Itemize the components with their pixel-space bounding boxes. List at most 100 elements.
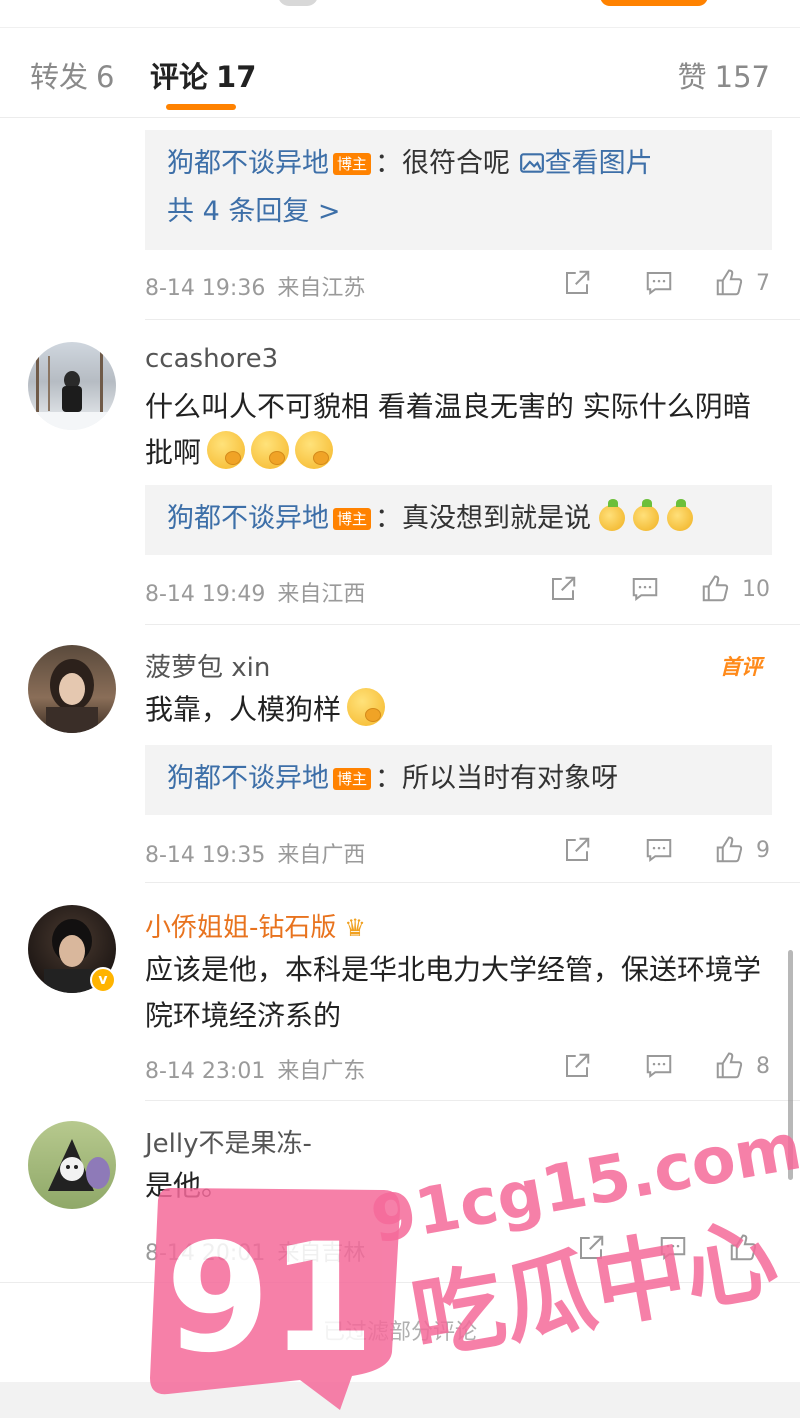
thinking-emoji-icon <box>207 431 246 469</box>
follow-button-partial[interactable] <box>600 0 708 6</box>
avatar[interactable] <box>28 342 116 430</box>
like-button[interactable]: 10 <box>700 574 770 604</box>
top-strip <box>0 0 800 28</box>
reply-box[interactable]: 狗都不谈异地 博主 ：真没想到就是说 <box>145 485 772 555</box>
thumbs-up-icon <box>716 1052 743 1079</box>
like-count: 10 <box>742 576 770 602</box>
like-count: 9 <box>756 837 770 863</box>
tab-like-label: 赞 <box>677 60 707 94</box>
share-button[interactable] <box>562 1051 592 1081</box>
like-button[interactable]: 7 <box>714 268 770 298</box>
reply-button[interactable] <box>644 268 674 298</box>
share-icon <box>566 270 590 294</box>
comment-item: Jelly不是果冻- 是他。 8-14 20:01 来自吉林 <box>0 1101 800 1281</box>
reply-button[interactable] <box>630 574 660 604</box>
reply-box[interactable]: 狗都不谈异地 博主 ：很符合呢 查看图片 共 4 条回复 > <box>145 130 772 250</box>
like-button[interactable] <box>728 1233 770 1263</box>
comment-icon <box>646 839 672 862</box>
tab-repost-count: 6 <box>96 60 115 94</box>
comment-time: 8-14 19:49 <box>145 582 266 607</box>
avatar[interactable] <box>28 1121 116 1209</box>
share-icon <box>552 576 576 600</box>
share-button[interactable] <box>562 268 592 298</box>
reply-button[interactable] <box>644 1051 674 1081</box>
avatar-image <box>46 659 98 733</box>
verified-badge: v <box>90 967 116 993</box>
tab-like[interactable]: 赞 157 <box>678 54 770 96</box>
comment-time: 8-14 23:01 <box>145 1059 266 1084</box>
tab-comment-label: 评论 <box>150 60 209 94</box>
thumbs-up-icon <box>730 1234 757 1261</box>
share-icon <box>580 1235 604 1259</box>
author-badge: 博主 <box>333 153 372 175</box>
filtered-comments-note: 已过滤部分评论 <box>0 1282 800 1382</box>
avatar-partial <box>278 0 318 6</box>
comment-meta: 8-14 19:35 来自广西 <box>145 837 365 869</box>
fruit-emoji-icon <box>667 499 694 531</box>
username[interactable]: 小侨姐姐-钻石版 ♛ <box>145 907 366 944</box>
comment-text: 应该是他，本科是华北电力大学经管，保送环境学院环境经济系的 <box>145 953 762 1032</box>
like-button[interactable]: 8 <box>714 1051 770 1081</box>
comment-item: ccashore3 什么叫人不可貌相 看着温良无害的 实际什么阴暗批啊 狗都不谈… <box>0 320 800 625</box>
share-icon <box>566 1053 590 1077</box>
share-button[interactable] <box>576 1233 606 1263</box>
share-button[interactable] <box>548 574 578 604</box>
comment-icon <box>646 272 672 295</box>
like-button[interactable]: 9 <box>714 835 770 865</box>
author-badge: 博主 <box>333 508 372 530</box>
username-text: 小侨姐姐-钻石版 <box>145 913 337 943</box>
thumbs-up-icon <box>716 269 743 296</box>
username[interactable]: Jelly不是果冻- <box>145 1123 312 1160</box>
reply-text: ：所以当时有对象呀 <box>375 763 619 794</box>
comment-body: 我靠，人模狗样 <box>145 693 342 726</box>
first-comment-badge: 首评 <box>720 655 762 679</box>
comment-location: 来自广西 <box>277 843 366 868</box>
username[interactable]: ccashore3 <box>145 344 278 374</box>
tab-repost[interactable]: 转发 6 <box>30 54 114 96</box>
comment-time: 8-14 19:36 <box>145 276 266 301</box>
author-badge: 博主 <box>333 768 372 790</box>
share-button[interactable] <box>562 835 592 865</box>
comment-tab-bar: 转发 6 评论 17 赞 157 <box>0 28 800 118</box>
avatar-image <box>48 1139 110 1191</box>
comment-list: 狗都不谈异地 博主 ：很符合呢 查看图片 共 4 条回复 > 8-14 19:36 来… <box>0 118 800 1281</box>
avatar[interactable] <box>28 645 116 733</box>
view-image-link[interactable]: 查看图片 <box>519 148 653 179</box>
comment-meta: 8-14 20:01 来自吉林 <box>145 1235 365 1267</box>
reply-author[interactable]: 狗都不谈异地 <box>167 763 329 794</box>
crown-icon: ♛ <box>344 914 366 942</box>
comment-location: 来自江苏 <box>277 276 366 301</box>
thumbs-up-icon <box>702 575 729 602</box>
comment-actions: 8 <box>562 1051 770 1081</box>
comment-meta: 8-14 19:36 来自江苏 <box>145 270 365 302</box>
comment-actions: 7 <box>562 268 770 298</box>
reply-text: ：真没想到就是说 <box>375 503 592 534</box>
view-image-label: 查看图片 <box>544 148 653 179</box>
username[interactable]: 菠萝包 xin <box>145 647 270 684</box>
active-tab-indicator <box>166 104 236 110</box>
like-count: 8 <box>756 1053 770 1079</box>
more-replies-link[interactable]: 共 4 条回复 > <box>167 196 341 227</box>
reply-author[interactable]: 狗都不谈异地 <box>167 148 329 179</box>
comment-location: 来自江西 <box>277 582 366 607</box>
comment-item: 狗都不谈异地 博主 ：很符合呢 查看图片 共 4 条回复 > 8-14 19:36 来… <box>0 118 800 320</box>
scrollbar[interactable] <box>788 950 793 1180</box>
thinking-emoji-icon <box>347 688 386 726</box>
reply-button[interactable] <box>658 1233 688 1263</box>
comment-icon <box>660 1237 686 1260</box>
thinking-emoji-icon <box>251 431 290 469</box>
comment-actions: 10 <box>548 574 770 604</box>
reply-button[interactable] <box>644 835 674 865</box>
comment-meta: 8-14 23:01 来自广东 <box>145 1053 365 1085</box>
thinking-emoji-icon <box>295 431 334 469</box>
reply-author[interactable]: 狗都不谈异地 <box>167 503 329 534</box>
comment-icon <box>646 1055 672 1078</box>
image-icon <box>519 153 544 173</box>
reply-box[interactable]: 狗都不谈异地 博主 ：所以当时有对象呀 <box>145 745 772 815</box>
tab-like-count: 157 <box>714 60 770 94</box>
avatar-image <box>28 348 116 430</box>
comment-item: 菠萝包 xin 首评 我靠，人模狗样 狗都不谈异地 博主 ：所以当时有对象呀 8-1… <box>0 625 800 883</box>
tab-repost-label: 转发 <box>30 60 89 94</box>
comment-icon <box>632 578 658 601</box>
comment-time: 8-14 19:35 <box>145 843 266 868</box>
